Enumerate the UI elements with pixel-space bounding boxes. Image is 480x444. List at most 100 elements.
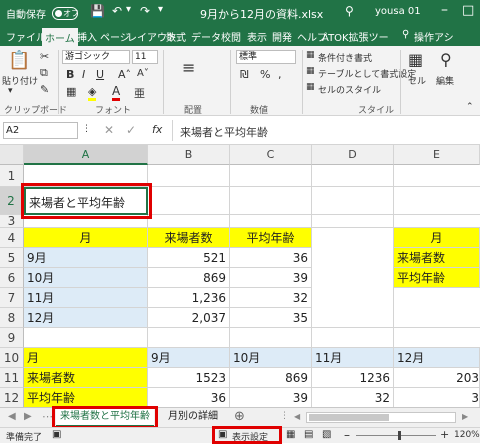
- row-header-3[interactable]: 3: [0, 215, 24, 228]
- tell-me-input[interactable]: 操作アシ: [414, 29, 454, 44]
- sheet-tab-active[interactable]: 来場者数と平均年齢: [56, 408, 154, 427]
- cell-a11[interactable]: 来場者数: [24, 368, 148, 388]
- column-header-c[interactable]: C: [230, 145, 312, 165]
- format-painter-icon[interactable]: ✎: [40, 83, 49, 96]
- cell-c12[interactable]: 39: [230, 388, 312, 407]
- add-sheet-icon[interactable]: ⊕: [234, 409, 245, 424]
- cell-b7[interactable]: 1,236: [148, 288, 230, 308]
- font-shrink-icon[interactable]: A˅: [137, 68, 149, 79]
- tab-formulas[interactable]: 数式: [166, 29, 186, 44]
- lightbulb-icon[interactable]: ⚲: [402, 29, 409, 40]
- phonetic-icon[interactable]: 亜: [134, 85, 145, 101]
- cell-c8[interactable]: 35: [230, 308, 312, 328]
- cell-c10[interactable]: 10月: [230, 348, 312, 368]
- alignment-icon[interactable]: ≡: [182, 58, 195, 77]
- font-color-icon[interactable]: A: [112, 84, 121, 101]
- horizontal-scrollbar[interactable]: [306, 412, 456, 423]
- restore-icon[interactable]: □: [462, 3, 474, 18]
- collapse-ribbon-icon[interactable]: ⌃: [466, 102, 474, 112]
- column-header-b[interactable]: B: [148, 145, 230, 165]
- tab-insert[interactable]: 挿入: [77, 29, 97, 44]
- underline-button[interactable]: U: [96, 68, 104, 81]
- cell-b10[interactable]: 9月: [148, 348, 230, 368]
- zoom-in-icon[interactable]: +: [440, 428, 449, 441]
- name-box[interactable]: A2: [3, 122, 78, 139]
- formula-input[interactable]: 来場者と平均年齢: [180, 124, 268, 140]
- cells-button[interactable]: セル: [408, 74, 426, 87]
- tab-review[interactable]: 校閲: [221, 29, 241, 44]
- cell-a6[interactable]: 10月: [24, 268, 148, 288]
- row-header-8[interactable]: 8: [0, 308, 24, 328]
- tab-atok[interactable]: ATOK拡張ツー: [322, 29, 389, 44]
- row-header-5[interactable]: 5: [0, 248, 24, 268]
- table-format-button[interactable]: テーブルとして書式設定: [318, 67, 416, 80]
- tab-data[interactable]: データ: [191, 29, 221, 44]
- cell-c4[interactable]: 平均年齢: [230, 228, 312, 248]
- border-icon[interactable]: ▦: [66, 85, 76, 98]
- cell-b4[interactable]: 来場者数: [148, 228, 230, 248]
- cell-c7[interactable]: 32: [230, 288, 312, 308]
- tab-developer[interactable]: 開発: [272, 29, 292, 44]
- cell-a7[interactable]: 11月: [24, 288, 148, 308]
- column-header-a[interactable]: A: [24, 145, 148, 165]
- percent-icon[interactable]: %: [260, 68, 270, 81]
- cell-d11[interactable]: 1236: [312, 368, 394, 388]
- row-header-10[interactable]: 10: [0, 348, 24, 368]
- sheet-tab[interactable]: 月別の詳細: [158, 408, 228, 427]
- cells-icon[interactable]: ▦: [408, 50, 423, 69]
- next-sheet-icon[interactable]: ▶: [24, 411, 32, 422]
- cell-a8[interactable]: 12月: [24, 308, 148, 328]
- column-header-e[interactable]: E: [394, 145, 480, 165]
- redo-icon[interactable]: ↷: [140, 4, 150, 18]
- number-format-select[interactable]: 標準: [236, 50, 296, 64]
- minimize-icon[interactable]: –: [441, 2, 448, 18]
- comma-icon[interactable]: ,: [278, 68, 282, 81]
- user-name[interactable]: yousa 01: [375, 6, 421, 17]
- page-layout-icon[interactable]: ▤: [304, 429, 313, 440]
- cell-a12[interactable]: 平均年齢: [24, 388, 148, 407]
- zoom-slider[interactable]: [356, 435, 436, 436]
- search-icon[interactable]: ⚲: [345, 4, 354, 18]
- cell-b6[interactable]: 869: [148, 268, 230, 288]
- cell-style-button[interactable]: セルのスタイル: [318, 83, 381, 96]
- cell-b5[interactable]: 521: [148, 248, 230, 268]
- cell-a2[interactable]: 来場者と平均年齢: [24, 187, 148, 215]
- cell-e11[interactable]: 203: [394, 368, 480, 388]
- font-size-select[interactable]: 11: [132, 50, 158, 64]
- normal-view-icon[interactable]: ▦: [286, 429, 295, 440]
- row-header-2[interactable]: 2: [0, 187, 24, 215]
- cell-d12[interactable]: 32: [312, 388, 394, 407]
- font-name-select[interactable]: 游ゴシック: [62, 50, 130, 64]
- cell-a5[interactable]: 9月: [24, 248, 148, 268]
- row-header-11[interactable]: 11: [0, 368, 24, 388]
- cell-e6[interactable]: 平均年齢: [394, 268, 480, 288]
- qat-customize-icon[interactable]: ▾: [158, 4, 163, 15]
- row-header-12[interactable]: 12: [0, 388, 24, 407]
- zoom-level[interactable]: 120%: [454, 430, 480, 440]
- scrollbar-thumb[interactable]: [309, 414, 389, 421]
- cell-c11[interactable]: 869: [230, 368, 312, 388]
- tab-view[interactable]: 表示: [247, 29, 267, 44]
- tab-splitter-icon[interactable]: ⋮: [280, 411, 289, 421]
- column-header-d[interactable]: D: [312, 145, 394, 165]
- cut-icon[interactable]: ✂: [40, 50, 49, 63]
- more-sheets-icon[interactable]: ⋯: [42, 410, 53, 423]
- editing-button[interactable]: 編集: [436, 74, 454, 87]
- enter-icon[interactable]: ✓: [126, 123, 136, 137]
- display-settings-button[interactable]: 表示設定: [232, 430, 268, 443]
- undo-dropdown-icon[interactable]: ▾: [126, 4, 131, 15]
- cell-b11[interactable]: 1523: [148, 368, 230, 388]
- editing-icon[interactable]: ⚲: [440, 50, 452, 69]
- paste-icon[interactable]: 📋: [8, 50, 30, 71]
- zoom-out-icon[interactable]: –: [344, 428, 350, 442]
- display-settings-icon[interactable]: ▣: [218, 429, 227, 440]
- row-header-1[interactable]: 1: [0, 165, 24, 187]
- page-break-icon[interactable]: ▧: [322, 429, 331, 440]
- cell-c6[interactable]: 39: [230, 268, 312, 288]
- cancel-icon[interactable]: ✕: [104, 123, 114, 137]
- undo-icon[interactable]: ↶: [112, 4, 122, 18]
- cell-b8[interactable]: 2,037: [148, 308, 230, 328]
- currency-icon[interactable]: ₪: [240, 68, 249, 81]
- zoom-slider-thumb[interactable]: [398, 431, 401, 440]
- scroll-left-icon[interactable]: ◀: [294, 412, 300, 421]
